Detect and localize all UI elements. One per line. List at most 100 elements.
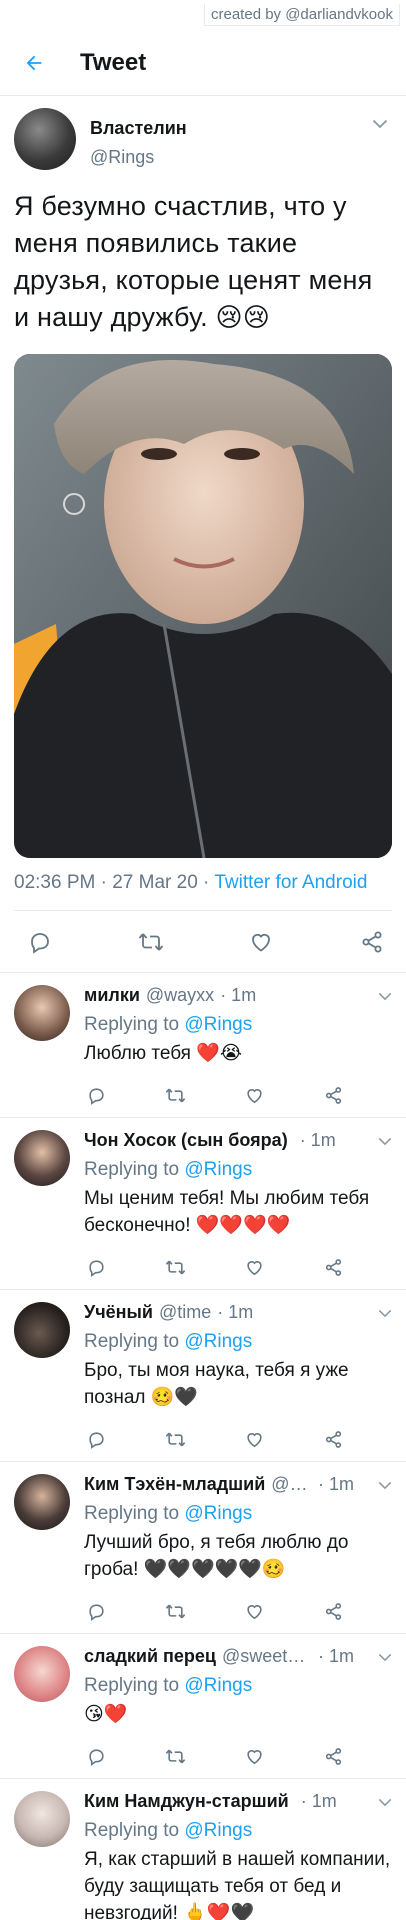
tweet-source-link[interactable]: Twitter for Android — [214, 872, 367, 893]
chevron-down-icon[interactable] — [374, 1646, 396, 1668]
reply-tweet[interactable]: милки @wayxx · 1m Replying to @Rings Люб… — [0, 973, 406, 1118]
page-title: Tweet — [80, 48, 147, 76]
author-name[interactable]: Властелин — [90, 118, 187, 139]
retweet-icon[interactable] — [163, 1744, 187, 1768]
heart-icon[interactable] — [243, 1599, 267, 1623]
avatar[interactable] — [14, 108, 76, 170]
avatar[interactable] — [14, 1302, 70, 1358]
reply-header: милки @wayxx · 1m — [84, 985, 392, 1006]
replying-to: Replying to @Rings — [84, 1159, 392, 1181]
avatar[interactable] — [14, 1791, 70, 1847]
heart-icon[interactable] — [243, 1427, 267, 1451]
chevron-down-icon[interactable] — [374, 1791, 396, 1813]
mention-link[interactable]: @Rings — [184, 1675, 252, 1696]
reply-author-name[interactable]: Ким Тэхён-младший — [84, 1474, 265, 1495]
reply-author-name[interactable]: сладкий перец — [84, 1646, 216, 1667]
chevron-down-icon[interactable] — [374, 985, 396, 1007]
heart-icon[interactable] — [243, 1083, 267, 1107]
arrow-left-icon[interactable] — [14, 43, 54, 83]
reply-body: Ким Намджун-старший · 1m Replying to @Ri… — [84, 1791, 392, 1920]
reply-author-handle[interactable]: @1… — [271, 1474, 312, 1495]
replying-label: Replying to — [84, 1503, 180, 1524]
reply-author-name[interactable]: Учёный — [84, 1302, 153, 1323]
reply-header: Чон Хосок (сын боярa) · 1m — [84, 1130, 392, 1151]
reply-time: · 1m — [220, 985, 257, 1005]
mention-link[interactable]: @Rings — [184, 1159, 252, 1180]
reply-icon[interactable] — [84, 1083, 108, 1107]
reply-icon[interactable] — [84, 1427, 108, 1451]
retweet-icon[interactable] — [163, 1083, 187, 1107]
reply-time: · 1m — [299, 1130, 336, 1150]
reply-author-handle[interactable]: @sweet_… — [222, 1646, 312, 1667]
heart-icon[interactable] — [243, 1255, 267, 1279]
author-names: Властелин @Rings — [90, 108, 187, 168]
reply-author-handle[interactable]: @time — [159, 1302, 211, 1323]
reply-actions — [84, 1599, 346, 1623]
share-icon[interactable] — [322, 1599, 346, 1623]
reply-text: Люблю тебя ❤️😭 — [84, 1043, 243, 1064]
reply-author-handle[interactable]: @wayxx — [146, 985, 214, 1006]
chevron-down-icon[interactable] — [374, 1130, 396, 1152]
main-tweet: Властелин @Rings Я безумно счастлив, что… — [0, 96, 406, 911]
replying-to: Replying to @Rings — [84, 1503, 392, 1525]
reply-icon[interactable] — [26, 928, 54, 956]
replying-label: Replying to — [84, 1159, 180, 1180]
reply-actions — [84, 1744, 346, 1768]
avatar[interactable] — [14, 1130, 70, 1186]
reply-time: · 1m — [217, 1302, 254, 1322]
chevron-down-icon[interactable] — [368, 112, 392, 136]
share-icon[interactable] — [322, 1255, 346, 1279]
mention-link[interactable]: @Rings — [184, 1331, 252, 1352]
avatar[interactable] — [14, 1474, 70, 1530]
reply-icon[interactable] — [84, 1599, 108, 1623]
retweet-icon[interactable] — [163, 1599, 187, 1623]
chevron-down-icon[interactable] — [374, 1474, 396, 1496]
replying-label: Replying to — [84, 1014, 180, 1035]
mention-link[interactable]: @Rings — [184, 1820, 252, 1841]
tweet-author: Властелин @Rings — [14, 108, 392, 170]
heart-icon[interactable] — [247, 928, 275, 956]
tweet-body: Я безумно счастлив, что у меня появились… — [14, 191, 373, 332]
author-handle[interactable]: @Rings — [90, 147, 187, 168]
reply-icon[interactable] — [84, 1255, 108, 1279]
retweet-icon[interactable] — [163, 1255, 187, 1279]
tweet-text: Я безумно счастлив, что у меня появились… — [14, 188, 392, 336]
reply-header: Ким Намджун-старший · 1m — [84, 1791, 392, 1812]
tweet-photo[interactable] — [14, 354, 392, 858]
reply-header: Учёный @time · 1m — [84, 1302, 392, 1323]
heart-icon[interactable] — [243, 1744, 267, 1768]
chevron-down-icon[interactable] — [374, 1302, 396, 1324]
share-icon[interactable] — [322, 1744, 346, 1768]
reply-time: · 1m — [318, 1474, 354, 1494]
reply-tweet[interactable]: Чон Хосок (сын боярa) · 1m Replying to @… — [0, 1118, 406, 1290]
reply-text: Мы ценим тебя! Мы любим тебя бесконечно!… — [84, 1188, 370, 1236]
reply-body: сладкий перец @sweet_… · 1m Replying to … — [84, 1646, 392, 1768]
retweet-icon[interactable] — [137, 928, 165, 956]
mention-link[interactable]: @Rings — [184, 1503, 252, 1524]
reply-author-name[interactable]: милки — [84, 985, 140, 1006]
top-app-bar: Tweet — [0, 30, 406, 96]
reply-header: Ким Тэхён-младший @1… · 1m — [84, 1474, 392, 1495]
replying-to: Replying to @Rings — [84, 1331, 392, 1353]
mention-link[interactable]: @Rings — [184, 1014, 252, 1035]
reply-tweet[interactable]: Учёный @time · 1m Replying to @Rings Бро… — [0, 1290, 406, 1462]
share-icon[interactable] — [358, 928, 386, 956]
reply-author-name[interactable]: Чон Хосок (сын боярa) — [84, 1130, 288, 1151]
reply-tweet[interactable]: Ким Намджун-старший · 1m Replying to @Ri… — [0, 1779, 406, 1920]
share-icon[interactable] — [322, 1083, 346, 1107]
avatar[interactable] — [14, 1646, 70, 1702]
reply-author-name[interactable]: Ким Намджун-старший — [84, 1791, 289, 1812]
replying-to: Replying to @Rings — [84, 1014, 392, 1036]
tweet-emoji: 😢😢 — [215, 302, 271, 332]
reply-icon[interactable] — [84, 1744, 108, 1768]
reply-body: Ким Тэхён-младший @1… · 1m Replying to @… — [84, 1474, 392, 1623]
reply-tweet[interactable]: сладкий перец @sweet_… · 1m Replying to … — [0, 1634, 406, 1779]
reply-actions — [84, 1083, 346, 1107]
avatar[interactable] — [14, 985, 70, 1041]
tweet-meta: 02:36 PM · 27 Mar 20 · Twitter for Andro… — [14, 872, 392, 911]
credit-bar: created by @darliandvkook — [0, 0, 406, 30]
replying-label: Replying to — [84, 1331, 180, 1352]
retweet-icon[interactable] — [163, 1427, 187, 1451]
reply-tweet[interactable]: Ким Тэхён-младший @1… · 1m Replying to @… — [0, 1462, 406, 1634]
share-icon[interactable] — [322, 1427, 346, 1451]
